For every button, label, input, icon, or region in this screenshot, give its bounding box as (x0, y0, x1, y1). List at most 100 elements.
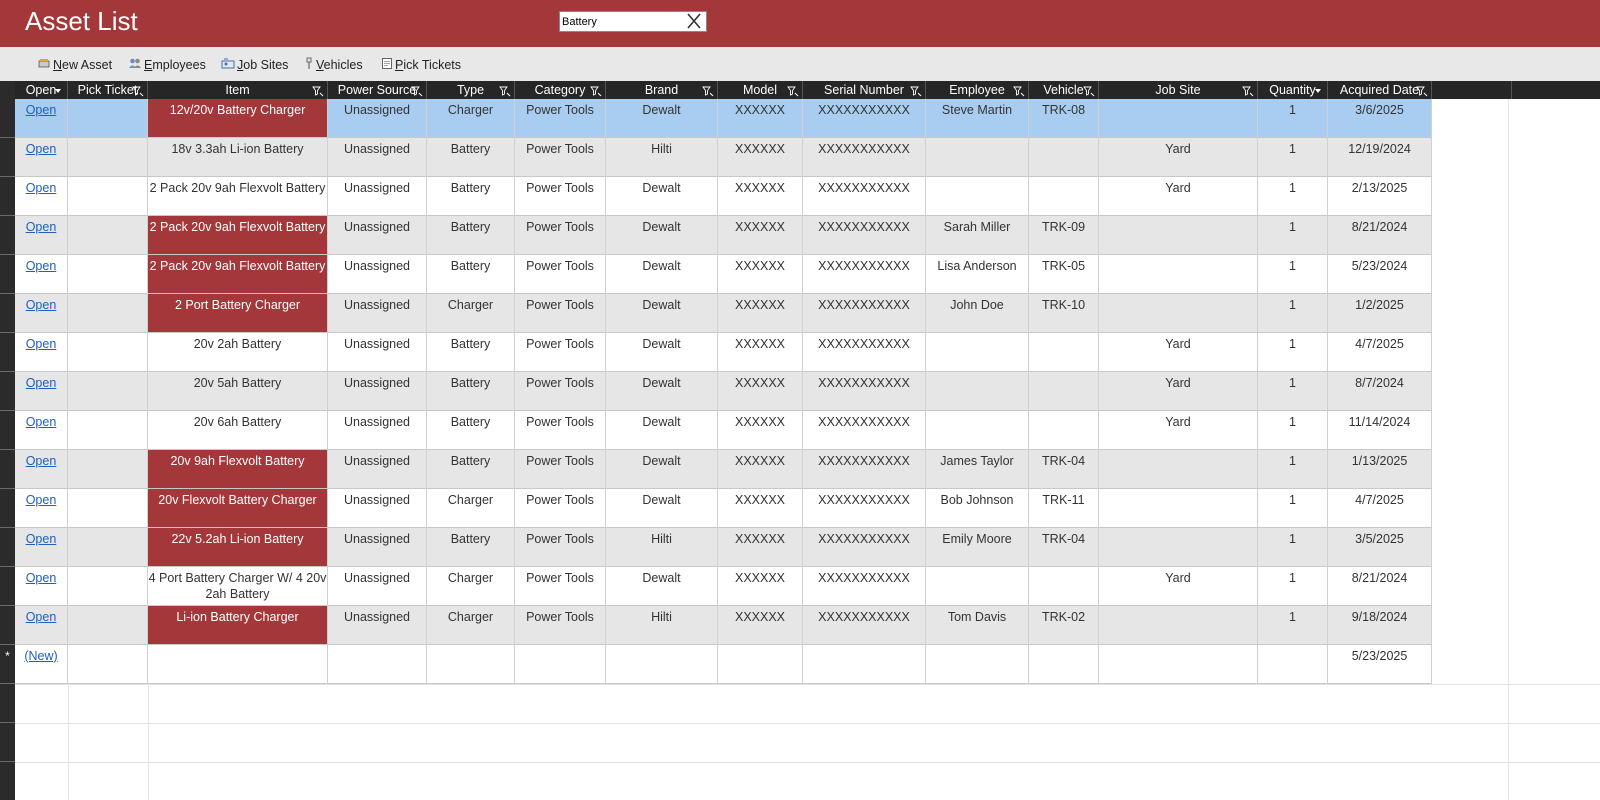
table-row[interactable]: Open 4 Port Battery Charger W/ 4 20v 2ah … (15, 567, 1432, 606)
cell-quantity[interactable]: 1 (1258, 528, 1328, 567)
cell-type[interactable]: Battery (427, 177, 515, 216)
cell-category[interactable]: Power Tools (515, 99, 606, 138)
cell-vehicle[interactable]: TRK-02 (1029, 606, 1099, 645)
open-record-link[interactable]: Open (15, 411, 68, 450)
cell-employee[interactable] (926, 138, 1029, 177)
column-header-vehicle[interactable]: Vehicle (1029, 81, 1099, 99)
cell-employee[interactable]: Steve Martin (926, 99, 1029, 138)
cell-job-site[interactable] (1099, 528, 1258, 567)
dropdown-arrow-icon[interactable] (52, 84, 64, 96)
cell-job-site[interactable] (1099, 606, 1258, 645)
cell-category[interactable]: Power Tools (515, 216, 606, 255)
cell-category[interactable]: Power Tools (515, 567, 606, 606)
cell-pick-ticket[interactable] (68, 294, 148, 333)
cell-type[interactable]: Battery (427, 138, 515, 177)
cell-type[interactable]: Battery (427, 216, 515, 255)
record-selector[interactable] (0, 450, 15, 489)
record-selector[interactable] (0, 489, 15, 528)
cell-type[interactable] (427, 645, 515, 684)
record-selector[interactable] (0, 294, 15, 333)
cell-pick-ticket[interactable] (68, 645, 148, 684)
cell-category[interactable]: Power Tools (515, 411, 606, 450)
cell-type[interactable]: Charger (427, 606, 515, 645)
cell-serial-number[interactable]: XXXXXXXXXXX (803, 489, 926, 528)
cell-vehicle[interactable] (1029, 177, 1099, 216)
cell-brand[interactable]: Dewalt (606, 450, 718, 489)
cell-brand[interactable]: Dewalt (606, 489, 718, 528)
cell-vehicle[interactable] (1029, 645, 1099, 684)
new-asset-button[interactable]: New Asset (38, 56, 112, 73)
cell-power-source[interactable]: Unassigned (328, 372, 427, 411)
filter-icon[interactable] (499, 84, 511, 97)
filter-icon[interactable] (787, 84, 799, 97)
cell-power-source[interactable]: Unassigned (328, 216, 427, 255)
cell-type[interactable]: Charger (427, 99, 515, 138)
cell-item[interactable] (148, 645, 328, 684)
open-record-link[interactable]: Open (15, 528, 68, 567)
cell-acquired-date[interactable]: 12/19/2024 (1328, 138, 1432, 177)
open-record-link[interactable]: Open (15, 216, 68, 255)
cell-quantity[interactable]: 1 (1258, 489, 1328, 528)
cell-power-source[interactable]: Unassigned (328, 606, 427, 645)
cell-brand[interactable]: Hilti (606, 606, 718, 645)
cell-serial-number[interactable]: XXXXXXXXXXX (803, 216, 926, 255)
cell-employee[interactable]: James Taylor (926, 450, 1029, 489)
new-record-link[interactable]: (New) (15, 645, 68, 684)
record-selector[interactable] (0, 99, 15, 138)
column-header-type[interactable]: Type (427, 81, 515, 99)
cell-quantity[interactable]: 1 (1258, 216, 1328, 255)
cell-serial-number[interactable]: XXXXXXXXXXX (803, 528, 926, 567)
cell-category[interactable]: Power Tools (515, 450, 606, 489)
cell-quantity[interactable]: 1 (1258, 294, 1328, 333)
column-header-quantity[interactable]: Quantity (1258, 81, 1328, 99)
record-selector[interactable] (0, 255, 15, 294)
cell-model[interactable]: XXXXXX (718, 528, 803, 567)
record-selector[interactable] (0, 411, 15, 450)
cell-job-site[interactable]: Yard (1099, 177, 1258, 216)
open-record-link[interactable]: Open (15, 567, 68, 606)
open-record-link[interactable]: Open (15, 99, 68, 138)
cell-acquired-date[interactable]: 3/5/2025 (1328, 528, 1432, 567)
cell-pick-ticket[interactable] (68, 99, 148, 138)
cell-category[interactable]: Power Tools (515, 333, 606, 372)
pick-tickets-button[interactable]: Pick Tickets (381, 56, 461, 73)
cell-employee[interactable] (926, 177, 1029, 216)
table-row[interactable]: Open 20v 6ah Battery Unassigned Battery Powe… (15, 411, 1432, 450)
cell-job-site[interactable] (1099, 255, 1258, 294)
cell-employee[interactable] (926, 567, 1029, 606)
cell-acquired-date[interactable]: 4/7/2025 (1328, 489, 1432, 528)
cell-item[interactable]: Li-ion Battery Charger (148, 606, 328, 645)
cell-brand[interactable] (606, 645, 718, 684)
cell-vehicle[interactable] (1029, 333, 1099, 372)
cell-serial-number[interactable] (803, 645, 926, 684)
cell-pick-ticket[interactable] (68, 138, 148, 177)
cell-job-site[interactable]: Yard (1099, 567, 1258, 606)
dropdown-arrow-icon[interactable] (1312, 84, 1324, 96)
cell-vehicle[interactable]: TRK-10 (1029, 294, 1099, 333)
cell-quantity[interactable]: 1 (1258, 99, 1328, 138)
cell-vehicle[interactable] (1029, 372, 1099, 411)
cell-brand[interactable]: Dewalt (606, 333, 718, 372)
cell-quantity[interactable]: 1 (1258, 138, 1328, 177)
filter-icon[interactable] (132, 84, 144, 97)
cell-type[interactable]: Battery (427, 372, 515, 411)
cell-item[interactable]: 18v 3.3ah Li-ion Battery (148, 138, 328, 177)
cell-employee[interactable]: Bob Johnson (926, 489, 1029, 528)
open-record-link[interactable]: Open (15, 177, 68, 216)
cell-job-site[interactable]: Yard (1099, 372, 1258, 411)
cell-model[interactable]: XXXXXX (718, 489, 803, 528)
cell-power-source[interactable]: Unassigned (328, 567, 427, 606)
cell-quantity[interactable]: 1 (1258, 255, 1328, 294)
table-row[interactable]: Open Li-ion Battery Charger Unassigned Char… (15, 606, 1432, 645)
cell-quantity[interactable]: 1 (1258, 606, 1328, 645)
table-row[interactable]: Open 12v/20v Battery Charger Unassigned Cha… (15, 99, 1432, 138)
cell-model[interactable] (718, 645, 803, 684)
cell-acquired-date[interactable]: 8/21/2024 (1328, 567, 1432, 606)
cell-model[interactable]: XXXXXX (718, 333, 803, 372)
cell-acquired-date[interactable]: 3/6/2025 (1328, 99, 1432, 138)
table-row[interactable]: Open 2 Port Battery Charger Unassigned Char… (15, 294, 1432, 333)
cell-category[interactable]: Power Tools (515, 489, 606, 528)
filter-icon[interactable] (312, 84, 324, 97)
column-header-open[interactable]: Open (15, 81, 68, 99)
search-box[interactable] (559, 11, 707, 32)
